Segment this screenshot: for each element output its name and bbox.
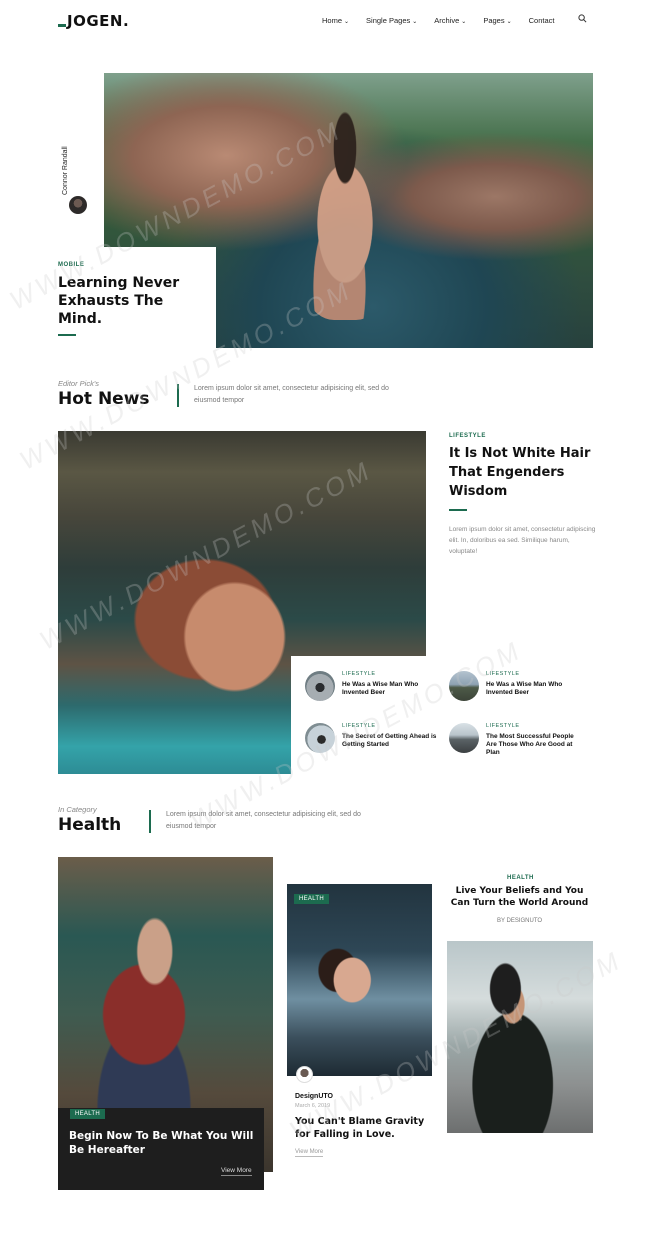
nav-home[interactable]: Home ⌄	[322, 16, 349, 25]
category-badge[interactable]: HEALTH	[294, 894, 330, 904]
post-category[interactable]: LIFESTYLE	[486, 671, 520, 677]
chevron-down-icon: ⌄	[412, 19, 418, 25]
health-card-2-title[interactable]: You Can't Blame Gravity for Falling in L…	[295, 1115, 435, 1141]
post-title[interactable]: He Was a Wise Man Who Invented Beer	[486, 681, 586, 697]
list-item[interactable]: LIFESTYLE He Was a Wise Man Who Invented…	[449, 671, 589, 711]
post-thumbnail[interactable]	[449, 723, 479, 753]
list-item[interactable]: LIFESTYLE He Was a Wise Man Who Invented…	[305, 671, 445, 711]
post-thumbnail[interactable]	[449, 671, 479, 701]
health-card-3-title[interactable]: Live Your Beliefs and You Can Turn the W…	[446, 885, 593, 909]
post-thumbnail[interactable]	[305, 671, 335, 701]
hot-news-feature-title[interactable]: It Is Not White Hair That Engenders Wisd…	[449, 444, 599, 501]
main-nav: Home ⌄ Single Pages ⌄ Archive ⌄ Pages ⌄ Cont…	[322, 16, 555, 25]
hero-title-underline	[58, 334, 76, 336]
nav-contact-label: Contact	[528, 16, 555, 25]
search-icon[interactable]	[578, 14, 587, 23]
hero-figure	[290, 105, 400, 320]
chevron-down-icon: ⌄	[506, 19, 512, 25]
nav-single-pages[interactable]: Single Pages ⌄	[366, 16, 417, 25]
post-title[interactable]: The Most Successful People Are Those Who…	[486, 733, 586, 757]
post-title[interactable]: The Secret of Getting Ahead is Getting S…	[342, 733, 442, 749]
nav-pages-label: Pages	[483, 16, 505, 25]
post-title[interactable]: He Was a Wise Man Who Invented Beer	[342, 681, 442, 697]
post-thumbnail[interactable]	[305, 723, 335, 753]
nav-contact[interactable]: Contact	[529, 16, 555, 25]
post-category[interactable]: LIFESTYLE	[342, 671, 376, 677]
health-title: Health	[58, 815, 122, 835]
post-date: March 6, 2019	[295, 1103, 331, 1109]
nav-home-label: Home	[322, 16, 343, 25]
chevron-down-icon: ⌄	[461, 19, 467, 25]
health-description: Lorem ipsum dolor sit amet, consectetur …	[166, 811, 361, 830]
health-card-3-author[interactable]: BY DESIGNUTO	[446, 918, 593, 924]
post-category[interactable]: LIFESTYLE	[486, 723, 520, 729]
avatar[interactable]	[69, 196, 87, 214]
logo-text: JOGEN.	[67, 12, 130, 30]
view-more-link[interactable]: View More	[221, 1167, 252, 1176]
avatar[interactable]	[296, 1066, 313, 1083]
hot-news-category[interactable]: LIFESTYLE	[449, 433, 486, 439]
hot-news-excerpt: Lorem ipsum dolor sit amet, consectetur …	[449, 526, 596, 555]
hot-news-divider	[177, 384, 179, 407]
list-item[interactable]: LIFESTYLE The Most Successful People Are…	[449, 723, 589, 763]
list-item[interactable]: LIFESTYLE The Secret of Getting Ahead is…	[305, 723, 445, 763]
hot-news-title: Hot News	[58, 389, 150, 409]
hero-author-name: Connor Randall	[62, 146, 69, 195]
post-author[interactable]: DesignUTO	[295, 1093, 333, 1100]
post-category[interactable]: LIFESTYLE	[342, 723, 376, 729]
hero-author[interactable]: Connor Randall	[62, 145, 82, 195]
site-logo[interactable]: JOGEN.	[58, 12, 129, 30]
view-more-link[interactable]: View More	[295, 1149, 324, 1157]
hot-news-description: Lorem ipsum dolor sit amet, consectetur …	[194, 385, 389, 404]
nav-archive-label: Archive	[434, 16, 460, 25]
health-card-3-image[interactable]	[447, 941, 593, 1133]
health-divider	[149, 810, 151, 833]
nav-pages[interactable]: Pages ⌄	[483, 16, 511, 25]
hero-title[interactable]: Learning Never Exhausts The Mind.	[58, 274, 208, 328]
category-badge[interactable]: HEALTH	[70, 1109, 106, 1119]
nav-archive[interactable]: Archive ⌄	[434, 16, 466, 25]
hot-news-title-underline	[449, 509, 467, 511]
nav-single-pages-label: Single Pages	[366, 16, 411, 25]
chevron-down-icon: ⌄	[344, 19, 350, 25]
hot-news-subtitle: Editor Pick's	[58, 379, 100, 388]
health-card-1-title[interactable]: Begin Now To Be What You Will Be Hereaft…	[69, 1129, 254, 1157]
health-card-3-category[interactable]: HEALTH	[507, 875, 534, 881]
health-subtitle: In Category	[58, 805, 97, 814]
logo-mark	[58, 24, 66, 27]
hero-category[interactable]: MOBILE	[58, 262, 84, 268]
health-card-2-image[interactable]	[287, 884, 432, 1076]
